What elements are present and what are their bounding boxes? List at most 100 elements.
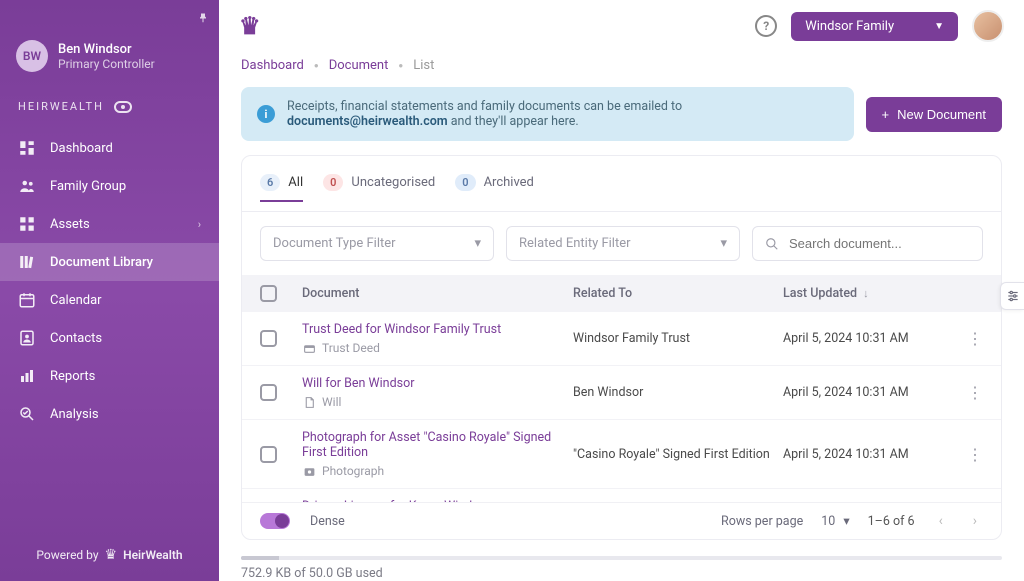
row-checkbox[interactable] <box>260 330 277 347</box>
sidebar-item-reports[interactable]: Reports <box>0 357 219 395</box>
brand-row: HEIRWEALTH <box>0 92 219 129</box>
search-box[interactable] <box>752 226 983 261</box>
row-menu-button[interactable]: ⋮ <box>953 329 983 348</box>
caret-down-icon: ▾ <box>474 236 481 251</box>
doc-type-filter[interactable]: Document Type Filter ▾ <box>260 226 494 261</box>
row-checkbox[interactable] <box>260 446 277 463</box>
table-row: Drivers License for Karen Windsor Driver… <box>242 489 1001 502</box>
sidebar-item-label: Contacts <box>50 331 102 346</box>
rows-per-page-label: Rows per page <box>721 514 803 529</box>
breadcrumb-list: List <box>413 58 434 73</box>
sidebar-item-contacts[interactable]: Contacts <box>0 319 219 357</box>
doc-type: Photograph <box>322 464 384 478</box>
col-related[interactable]: Related To <box>573 286 783 301</box>
related-entity-filter[interactable]: Related Entity Filter ▾ <box>506 226 740 261</box>
search-icon <box>765 237 779 251</box>
sidebar-item-analysis[interactable]: Analysis <box>0 395 219 433</box>
table: Document Related To Last Updated ↓ Trust… <box>242 275 1001 502</box>
sidebar-item-family-group[interactable]: Family Group <box>0 167 219 205</box>
nav: Dashboard Family Group Assets › Document Lib… <box>0 129 219 433</box>
sidebar-item-label: Dashboard <box>50 141 113 156</box>
breadcrumb: Dashboard ● Document ● List <box>219 48 1024 87</box>
doc-title[interactable]: Will for Ben Windsor <box>302 376 573 391</box>
user-name: Ben Windsor <box>58 42 155 57</box>
col-updated[interactable]: Last Updated ↓ <box>783 286 953 301</box>
doc-title[interactable]: Photograph for Asset "Casino Royale" Sig… <box>302 430 573 460</box>
avatar: BW <box>16 40 48 72</box>
sidebar-item-label: Reports <box>50 369 95 384</box>
sidebar: BW Ben Windsor Primary Controller HEIRWE… <box>0 0 219 581</box>
analysis-icon <box>18 405 36 423</box>
family-dropdown[interactable]: Windsor Family ▼ <box>791 12 958 41</box>
related-to: "Casino Royale" Signed First Edition <box>573 447 783 462</box>
sidebar-item-calendar[interactable]: Calendar <box>0 281 219 319</box>
settings-panel-toggle[interactable] <box>1000 282 1024 310</box>
dense-toggle[interactable] <box>260 513 290 529</box>
next-page-button[interactable]: › <box>967 513 983 529</box>
pager-range: 1–6 of 6 <box>868 514 915 529</box>
tab-all[interactable]: 6 All <box>260 170 303 201</box>
main: ♛ ? Windsor Family ▼ Dashboard ● Documen… <box>219 0 1024 581</box>
sidebar-item-dashboard[interactable]: Dashboard <box>0 129 219 167</box>
new-document-button[interactable]: + New Document <box>866 97 1002 132</box>
powered-by: Powered by ♛ HeirWealth <box>0 529 219 581</box>
tab-label: All <box>288 175 303 190</box>
tab-count: 0 <box>455 174 475 191</box>
tab-label: Uncategorised <box>351 175 435 190</box>
col-document[interactable]: Document <box>302 286 573 301</box>
help-icon[interactable]: ? <box>755 15 777 37</box>
group-icon <box>18 177 36 195</box>
user-block[interactable]: BW Ben Windsor Primary Controller <box>0 0 219 92</box>
eye-icon[interactable] <box>114 101 132 113</box>
storage-text: 752.9 KB of 50.0 GB used <box>241 566 1002 581</box>
table-row: Trust Deed for Windsor Family Trust Trus… <box>242 312 1001 366</box>
storage-bar: 752.9 KB of 50.0 GB used <box>219 550 1024 581</box>
will-icon <box>302 395 316 409</box>
row-checkbox[interactable] <box>260 384 277 401</box>
content-card: 6 All 0Uncategorised 0 Archived Document Typ… <box>241 155 1002 540</box>
table-row: Will for Ben Windsor Will Ben Windsor Ap… <box>242 366 1001 420</box>
chevron-right-icon: › <box>198 218 201 231</box>
prev-page-button[interactable]: ‹ <box>933 513 949 529</box>
contacts-icon <box>18 329 36 347</box>
doc-type: Trust Deed <box>322 341 380 355</box>
tabs: 6 All 0Uncategorised 0 Archived <box>242 170 1001 212</box>
sidebar-item-label: Document Library <box>50 255 153 270</box>
banner-email: documents@heirwealth.com <box>287 114 448 129</box>
powered-name: HeirWealth <box>123 548 183 562</box>
info-banner: i Receipts, financial statements and fam… <box>241 87 854 141</box>
pin-icon[interactable] <box>197 12 209 24</box>
sidebar-item-label: Assets <box>50 217 90 232</box>
table-header: Document Related To Last Updated ↓ <box>242 275 1001 312</box>
last-updated: April 5, 2024 10:31 AM <box>783 331 953 346</box>
related-to: Ben Windsor <box>573 385 783 400</box>
user-avatar[interactable] <box>972 10 1004 42</box>
doc-title[interactable]: Trust Deed for Windsor Family Trust <box>302 322 573 337</box>
sidebar-item-document-library[interactable]: Document Library <box>0 243 219 281</box>
table-footer: Dense Rows per page 10 ▾ 1–6 of 6 ‹ › <box>242 502 1001 539</box>
select-all-checkbox[interactable] <box>260 285 277 302</box>
breadcrumb-dashboard[interactable]: Dashboard <box>241 58 304 73</box>
crown-icon: ♛ <box>105 547 118 563</box>
sort-desc-icon: ↓ <box>863 287 869 300</box>
filters: Document Type Filter ▾ Related Entity Fi… <box>242 212 1001 275</box>
sidebar-item-assets[interactable]: Assets › <box>0 205 219 243</box>
tab-label: Archived <box>484 175 534 190</box>
last-updated: April 5, 2024 10:31 AM <box>783 447 953 462</box>
row-menu-button[interactable]: ⋮ <box>953 445 983 464</box>
deed-icon <box>302 341 316 355</box>
photo-icon <box>302 464 316 478</box>
row-menu-button[interactable]: ⋮ <box>953 383 983 402</box>
tab-archived[interactable]: 0 Archived <box>455 170 534 201</box>
family-label: Windsor Family <box>805 19 894 34</box>
rows-per-page-select[interactable]: 10 ▾ <box>821 513 849 529</box>
dashboard-icon <box>18 139 36 157</box>
breadcrumb-document[interactable]: Document <box>329 58 389 73</box>
logo-icon[interactable]: ♛ <box>239 12 261 40</box>
caret-down-icon: ▾ <box>843 513 849 529</box>
tab-count: 6 <box>260 174 280 191</box>
caret-down-icon: ▾ <box>720 236 727 251</box>
search-input[interactable] <box>789 236 970 251</box>
tab-uncategorised[interactable]: 0Uncategorised <box>323 170 435 201</box>
table-row: Photograph for Asset "Casino Royale" Sig… <box>242 420 1001 489</box>
